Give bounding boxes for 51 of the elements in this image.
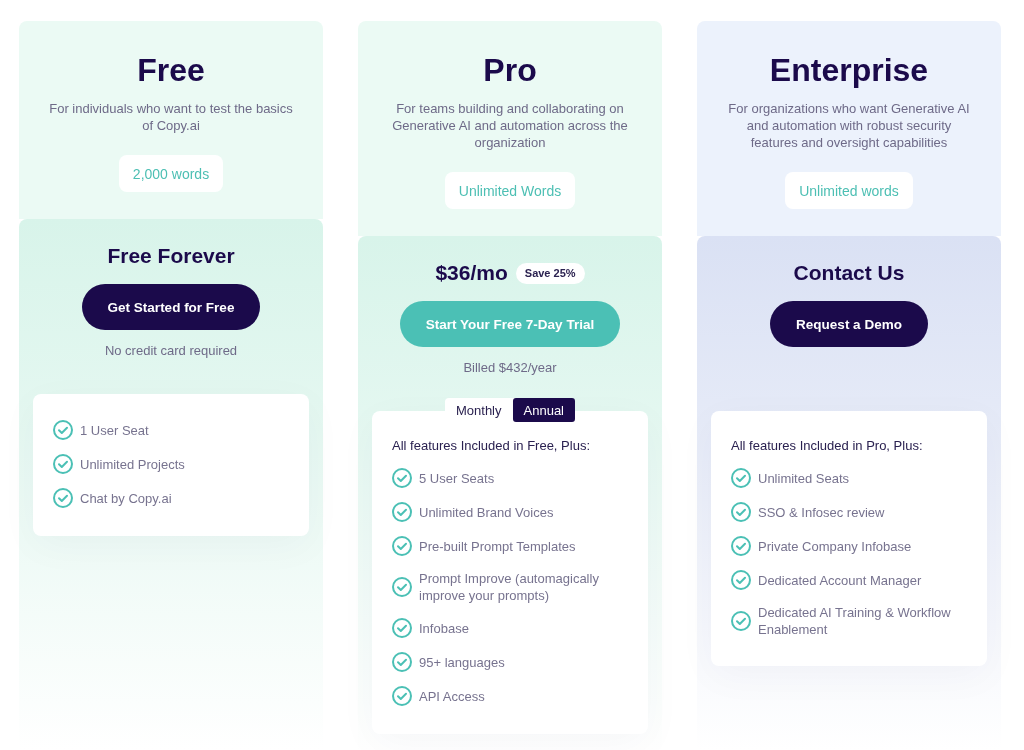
offer-headline: Contact Us bbox=[793, 260, 905, 286]
feature-text: 1 User Seat bbox=[80, 421, 149, 439]
check-circle-icon bbox=[392, 468, 412, 488]
feature-text: API Access bbox=[419, 687, 485, 705]
features-heading: All features Included in Pro, Plus: bbox=[731, 437, 924, 454]
check-circle-icon bbox=[731, 536, 751, 556]
feature-text: Unlimited Seats bbox=[758, 469, 850, 487]
discount-badge: Save 25% bbox=[515, 262, 585, 284]
check-circle-icon bbox=[53, 488, 73, 508]
feature-text: Unlimited Brand Voices bbox=[419, 503, 554, 521]
offer-note: Billed $432/year bbox=[463, 359, 557, 376]
check-circle-icon bbox=[731, 570, 751, 590]
check-circle-icon bbox=[53, 454, 73, 474]
plan-description: For teams building and collaborating on Generative AI and automation across the organization bbox=[391, 100, 629, 151]
feature-text: 5 User Seats bbox=[419, 469, 495, 487]
offer-headline: $36/mo bbox=[435, 260, 508, 286]
features-heading: All features Included in Free, Plus: bbox=[392, 437, 591, 454]
billing-period-tab[interactable]: Monthly bbox=[445, 398, 513, 422]
check-circle-icon bbox=[392, 536, 412, 556]
feature-text: SSO & Infosec review bbox=[758, 503, 885, 521]
plan-description: For individuals who want to test the basics of Copy.ai bbox=[48, 100, 294, 134]
word-limit-label: Unlimited words bbox=[785, 172, 913, 209]
check-circle-icon bbox=[392, 502, 412, 522]
feature-text: Unlimited Projects bbox=[80, 455, 185, 473]
check-circle-icon bbox=[392, 577, 412, 597]
check-circle-icon bbox=[731, 502, 751, 522]
word-limit-label: Unlimited Words bbox=[444, 172, 576, 209]
plan-name: Free bbox=[137, 51, 205, 90]
check-circle-icon bbox=[392, 652, 412, 672]
feature-text: Private Company Infobase bbox=[758, 537, 912, 555]
word-limit-label: 2,000 words bbox=[118, 155, 224, 192]
feature-text: Chat by Copy.ai bbox=[80, 489, 172, 507]
feature-text: Pre-built Prompt Templates bbox=[419, 537, 576, 555]
plan-name: Pro bbox=[483, 51, 537, 90]
plan-description: For organizations who want Generative AI and automation with robust security features and oversight capabilities bbox=[727, 100, 971, 151]
offer-note: No credit card required bbox=[104, 342, 238, 359]
feature-text: 95+ languages bbox=[419, 653, 505, 671]
check-circle-icon bbox=[731, 468, 751, 488]
billing-period-tab[interactable]: Annual bbox=[512, 398, 575, 422]
plan-name: Enterprise bbox=[769, 51, 929, 90]
check-circle-icon bbox=[392, 686, 412, 706]
check-circle-icon bbox=[53, 420, 73, 440]
cta-button[interactable]: Request a Demo bbox=[770, 301, 928, 347]
check-circle-icon bbox=[731, 611, 751, 631]
feature-text: Dedicated Account Manager bbox=[758, 571, 922, 589]
check-circle-icon bbox=[392, 618, 412, 638]
feature-text: Dedicated AI Training & Workflow Enablement bbox=[758, 604, 952, 638]
feature-text: Infobase bbox=[419, 619, 469, 637]
feature-text: Prompt Improve (automagically improve your prompts) bbox=[419, 570, 600, 604]
cta-button[interactable]: Get Started for Free bbox=[81, 284, 261, 330]
offer-headline: Free Forever bbox=[107, 243, 235, 269]
